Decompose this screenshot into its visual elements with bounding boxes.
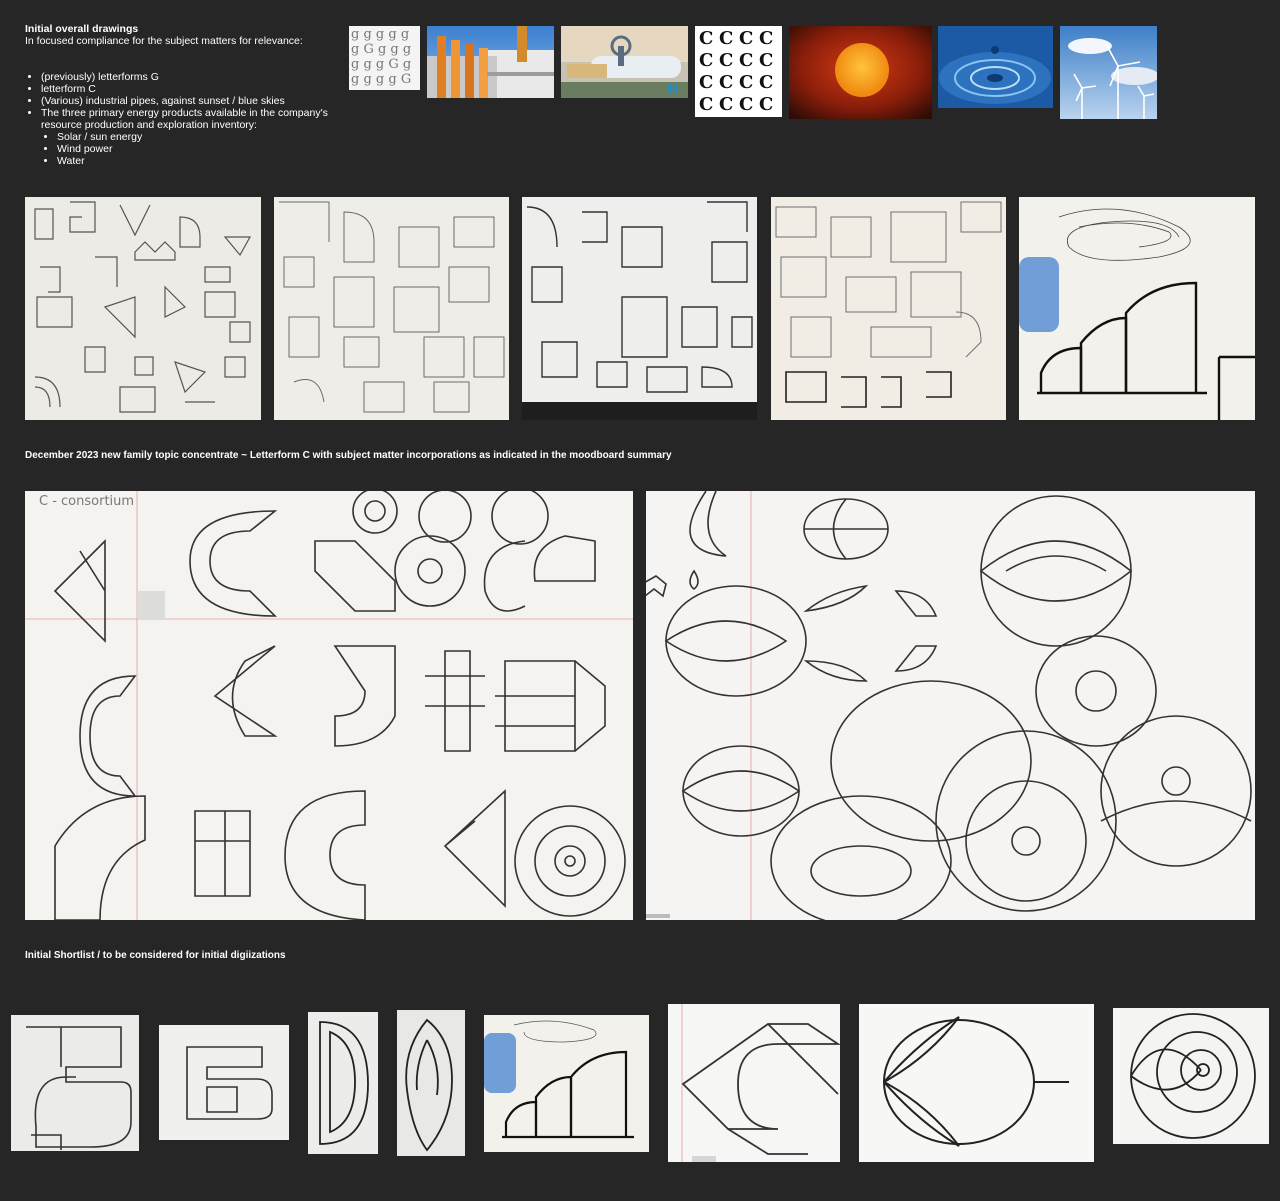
svg-text:C: C bbox=[719, 72, 733, 93]
svg-text:C: C bbox=[739, 72, 753, 93]
sketch-page-4 bbox=[771, 197, 1006, 420]
shortlist-sketch bbox=[1130, 1013, 1256, 1139]
shortlist-item-2 bbox=[159, 1025, 289, 1140]
sketch-drawing bbox=[34, 201, 252, 413]
shortlist-item-1 bbox=[11, 1015, 139, 1151]
sketch-c-consortium: C - consortium bbox=[25, 491, 633, 920]
intro-title: Initial overall drawings bbox=[25, 23, 139, 35]
water-drop-image bbox=[938, 26, 1053, 108]
sketch-drawing bbox=[279, 201, 505, 413]
svg-text:C: C bbox=[739, 28, 753, 49]
shortlist-sketch bbox=[186, 1046, 273, 1120]
sub-bullet-item: Wind power bbox=[57, 143, 345, 155]
thumb-letterform-c: CCCC CCCC CCCC CCCC bbox=[695, 26, 782, 117]
intro-subtitle: In focused compliance for the subject ma… bbox=[25, 35, 303, 47]
svg-text:C: C bbox=[759, 50, 773, 71]
bullet-item: The three primary energy products availa… bbox=[41, 107, 345, 167]
shortlist-sketch bbox=[26, 1026, 132, 1150]
svg-text:C: C bbox=[719, 94, 733, 115]
svg-text:C: C bbox=[759, 94, 773, 115]
sketch-page-3 bbox=[522, 197, 757, 420]
pipes-blue-sky-image: H bbox=[561, 26, 688, 98]
letterforms-g-image: g g g g g g G g g g g g g G g g g g g G bbox=[351, 27, 411, 87]
shortlist-sketch bbox=[484, 1020, 634, 1139]
sketch-circles-leaves bbox=[646, 491, 1255, 920]
svg-text:C: C bbox=[739, 94, 753, 115]
thumb-sunset-sun bbox=[789, 26, 932, 119]
sketch-drawing bbox=[522, 201, 757, 420]
bullet-item: (Various) industrial pipes, against suns… bbox=[41, 95, 345, 107]
shortlist-sketch bbox=[883, 1016, 1069, 1147]
section-title-december: December 2023 new family topic concentra… bbox=[25, 450, 672, 461]
svg-text:C: C bbox=[739, 50, 753, 71]
intro-bullet-list: (previously) letterforms G letterform C … bbox=[25, 71, 345, 167]
thumb-industrial-pipes bbox=[427, 26, 554, 98]
svg-text:C: C bbox=[759, 72, 773, 93]
shortlist-sketch bbox=[319, 1021, 369, 1145]
sketch-page-5 bbox=[1019, 197, 1255, 420]
shortlist-item-3 bbox=[308, 1012, 378, 1154]
intro-block: Initial overall drawings In focused comp… bbox=[25, 23, 345, 167]
section-title-shortlist: Initial Shortlist / to be considered for… bbox=[25, 950, 286, 961]
thumb-letterforms-g: g g g g g g G g g g g g g G g g g g g G bbox=[349, 26, 420, 90]
shortlist-item-6 bbox=[668, 1004, 840, 1162]
svg-text:C: C bbox=[699, 28, 713, 49]
svg-text:C: C bbox=[699, 72, 713, 93]
industrial-pipes-image bbox=[427, 26, 554, 98]
sunset-sun-image bbox=[789, 26, 932, 119]
svg-text:C: C bbox=[699, 50, 713, 71]
sub-bullet-item: Solar / sun energy bbox=[57, 131, 345, 143]
bullet-item: letterform C bbox=[41, 83, 345, 95]
sub-bullet-item: Water bbox=[57, 155, 345, 167]
svg-text:C: C bbox=[699, 94, 713, 115]
svg-text:C: C bbox=[719, 28, 733, 49]
svg-text:H: H bbox=[667, 82, 679, 98]
shortlist-item-5 bbox=[484, 1015, 649, 1152]
sketch-page-1 bbox=[25, 197, 261, 420]
shortlist-item-7 bbox=[859, 1004, 1094, 1162]
shortlist-sketch bbox=[681, 1004, 840, 1162]
shortlist-sketch bbox=[405, 1018, 453, 1152]
shortlist-item-8 bbox=[1113, 1008, 1269, 1144]
thumb-wind-turbines bbox=[1060, 26, 1157, 119]
energy-sub-list: Solar / sun energy Wind power Water bbox=[41, 131, 345, 167]
svg-text:g g g g g: g g g g g bbox=[351, 27, 409, 42]
bullet-text: The three primary energy products availa… bbox=[41, 107, 328, 131]
thumb-pipes-blue-sky: H bbox=[561, 26, 688, 98]
sketch-page-2 bbox=[274, 197, 509, 420]
svg-text:C: C bbox=[719, 50, 733, 71]
c-letterform-sketches: C - consortium bbox=[25, 491, 633, 920]
svg-text:g g g g G: g g g g G bbox=[351, 72, 411, 87]
circle-leaf-sketches bbox=[646, 491, 1252, 920]
svg-text:C: C bbox=[759, 28, 773, 49]
shortlist-item-4 bbox=[397, 1010, 465, 1156]
svg-text:g G g g g: g G g g g bbox=[351, 42, 411, 57]
bullet-item: (previously) letterforms G bbox=[41, 71, 345, 83]
wind-turbines-image bbox=[1060, 26, 1157, 119]
sketch-note: C - consortium bbox=[39, 494, 134, 509]
sketch-drawing bbox=[1019, 208, 1255, 420]
letterform-c-image: CCCC CCCC CCCC CCCC bbox=[699, 28, 773, 115]
svg-text:g g g G g: g g g G g bbox=[351, 57, 411, 72]
thumb-water-drop bbox=[938, 26, 1053, 108]
sketch-drawing bbox=[775, 201, 1002, 408]
